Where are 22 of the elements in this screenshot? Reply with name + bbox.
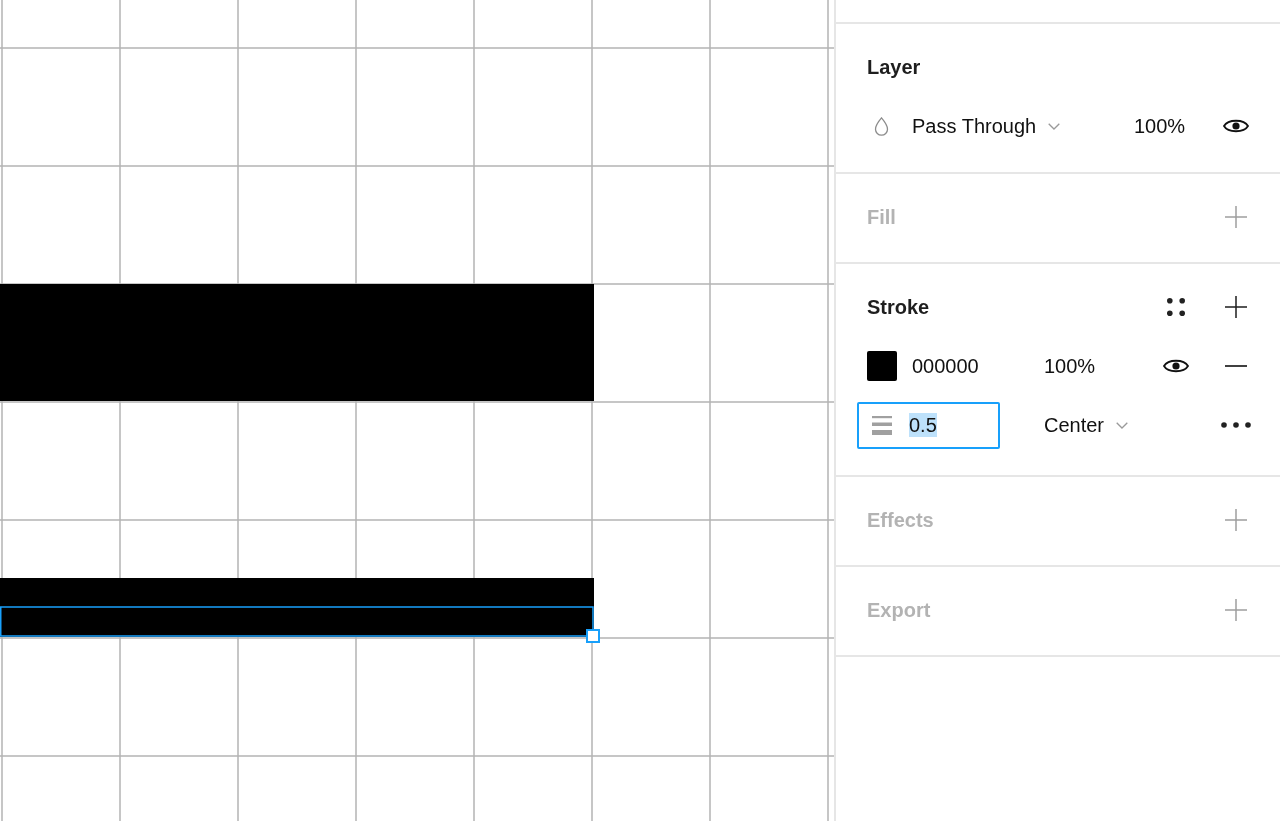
eye-icon[interactable] — [1163, 358, 1189, 374]
ellipsis-icon[interactable] — [1221, 422, 1251, 428]
stroke-weight-field[interactable]: 0.5 — [857, 401, 1000, 449]
drop-icon — [874, 116, 889, 136]
opacity-field[interactable]: 100% — [1134, 114, 1186, 138]
blend-mode-dropdown[interactable]: Pass Through — [912, 114, 1061, 138]
section-title: Layer — [867, 55, 921, 79]
plus-icon[interactable] — [1225, 296, 1247, 318]
four-dots-icon[interactable] — [1167, 298, 1185, 316]
section-title: Effects — [867, 508, 934, 532]
opacity-field[interactable]: 100% — [1044, 354, 1096, 378]
section-title: Fill — [867, 205, 896, 229]
resize-handle[interactable] — [586, 629, 600, 643]
caret-icon — [1116, 421, 1129, 429]
stroke-weight-icon — [872, 415, 892, 435]
section-title: Stroke — [867, 295, 930, 319]
hex-field[interactable]: 000000 — [912, 354, 979, 378]
color-swatch[interactable] — [867, 351, 897, 381]
eye-icon[interactable] — [1223, 118, 1249, 134]
section-title: Export — [867, 598, 931, 622]
stroke-align-dropdown[interactable]: Center — [1044, 413, 1129, 437]
caret-icon — [1048, 122, 1061, 130]
